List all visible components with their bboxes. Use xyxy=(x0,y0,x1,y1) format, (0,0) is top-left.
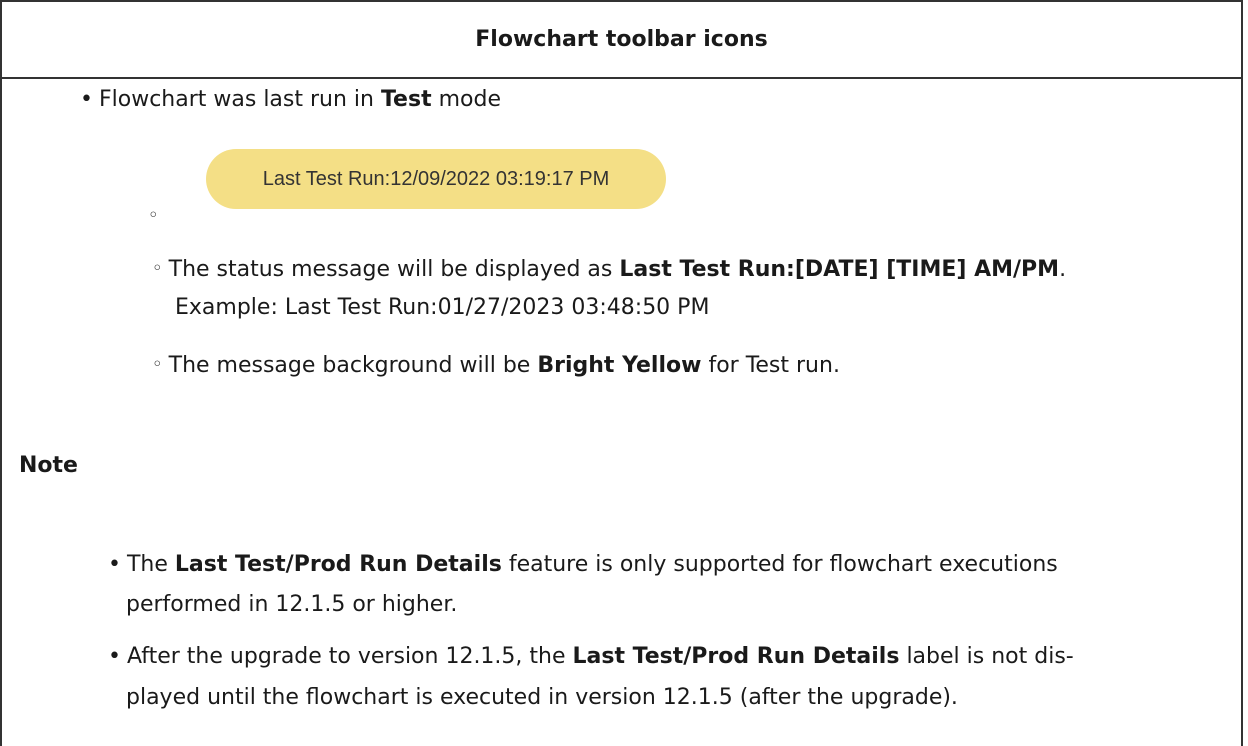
sub-bullet-marker: ◦ xyxy=(152,258,163,279)
note-item-bold: Last Test/Prod Run Details xyxy=(572,644,900,669)
table-header: Flowchart toolbar icons xyxy=(2,2,1241,79)
sub-item-bold: Last Test Run:[DATE] [TIME] AM/PM xyxy=(619,257,1060,282)
note-item-text-before: The xyxy=(126,552,175,577)
last-test-run-status-pill: Last Test Run:12/09/2022 03:19:17 PM xyxy=(206,149,666,209)
intro-mode: Test xyxy=(380,87,432,112)
sub-item-continuation: Example: Last Test Run:01/27/2023 03:48:… xyxy=(175,295,710,320)
note-item-text-after: feature is only supported for flowchart … xyxy=(501,552,1058,577)
bullet-marker: • xyxy=(80,87,93,112)
bullet-marker: • xyxy=(108,552,121,577)
sub-item-text-after: . xyxy=(1059,257,1067,282)
note-item: • After the upgrade to version 12.1.5, th… xyxy=(108,642,1074,672)
sub-item-bold: Bright Yellow xyxy=(537,353,702,378)
sub-item-status-message: ◦ The status message will be displayed as… xyxy=(152,254,1066,285)
sub-item-text-before: The status message will be displayed as xyxy=(168,257,620,282)
note-item-continuation-text: played until the flowchart is executed i… xyxy=(126,685,958,710)
intro-text-after: mode xyxy=(431,87,501,112)
header-title: Flowchart toolbar icons xyxy=(475,27,768,52)
note-item-bold: Last Test/Prod Run Details xyxy=(174,552,502,577)
empty-sub-bullet: ◦ xyxy=(148,201,165,232)
note-item-continuation: performed in 12.1.5 or higher. xyxy=(126,590,457,620)
note-item-continuation: played until the flowchart is executed i… xyxy=(126,683,958,713)
intro-line: • Flowchart was last run in Test mode xyxy=(80,85,501,115)
note-item-text-after: label is not dis- xyxy=(899,644,1074,669)
note-item: • The Last Test/Prod Run Details feature … xyxy=(108,550,1058,580)
sub-bullet-marker: ◦ xyxy=(152,354,163,375)
note-item-continuation-text: performed in 12.1.5 or higher. xyxy=(126,592,458,617)
intro-text-before: Flowchart was last run in xyxy=(98,87,381,112)
sub-item-status-message-continuation: Example: Last Test Run:01/27/2023 03:48:… xyxy=(175,293,709,323)
sub-item-background: ◦ The message background will be Bright Y… xyxy=(152,350,840,381)
note-title: Note xyxy=(19,453,78,478)
sub-item-text-before: The message background will be xyxy=(168,353,538,378)
note-item-text-before: After the upgrade to version 12.1.5, the xyxy=(126,644,573,669)
status-pill-text: Last Test Run:12/09/2022 03:19:17 PM xyxy=(262,167,610,190)
sub-bullet-marker: ◦ xyxy=(148,205,159,226)
bullet-marker: • xyxy=(108,644,121,669)
sub-item-text-after: for Test run. xyxy=(701,353,840,378)
